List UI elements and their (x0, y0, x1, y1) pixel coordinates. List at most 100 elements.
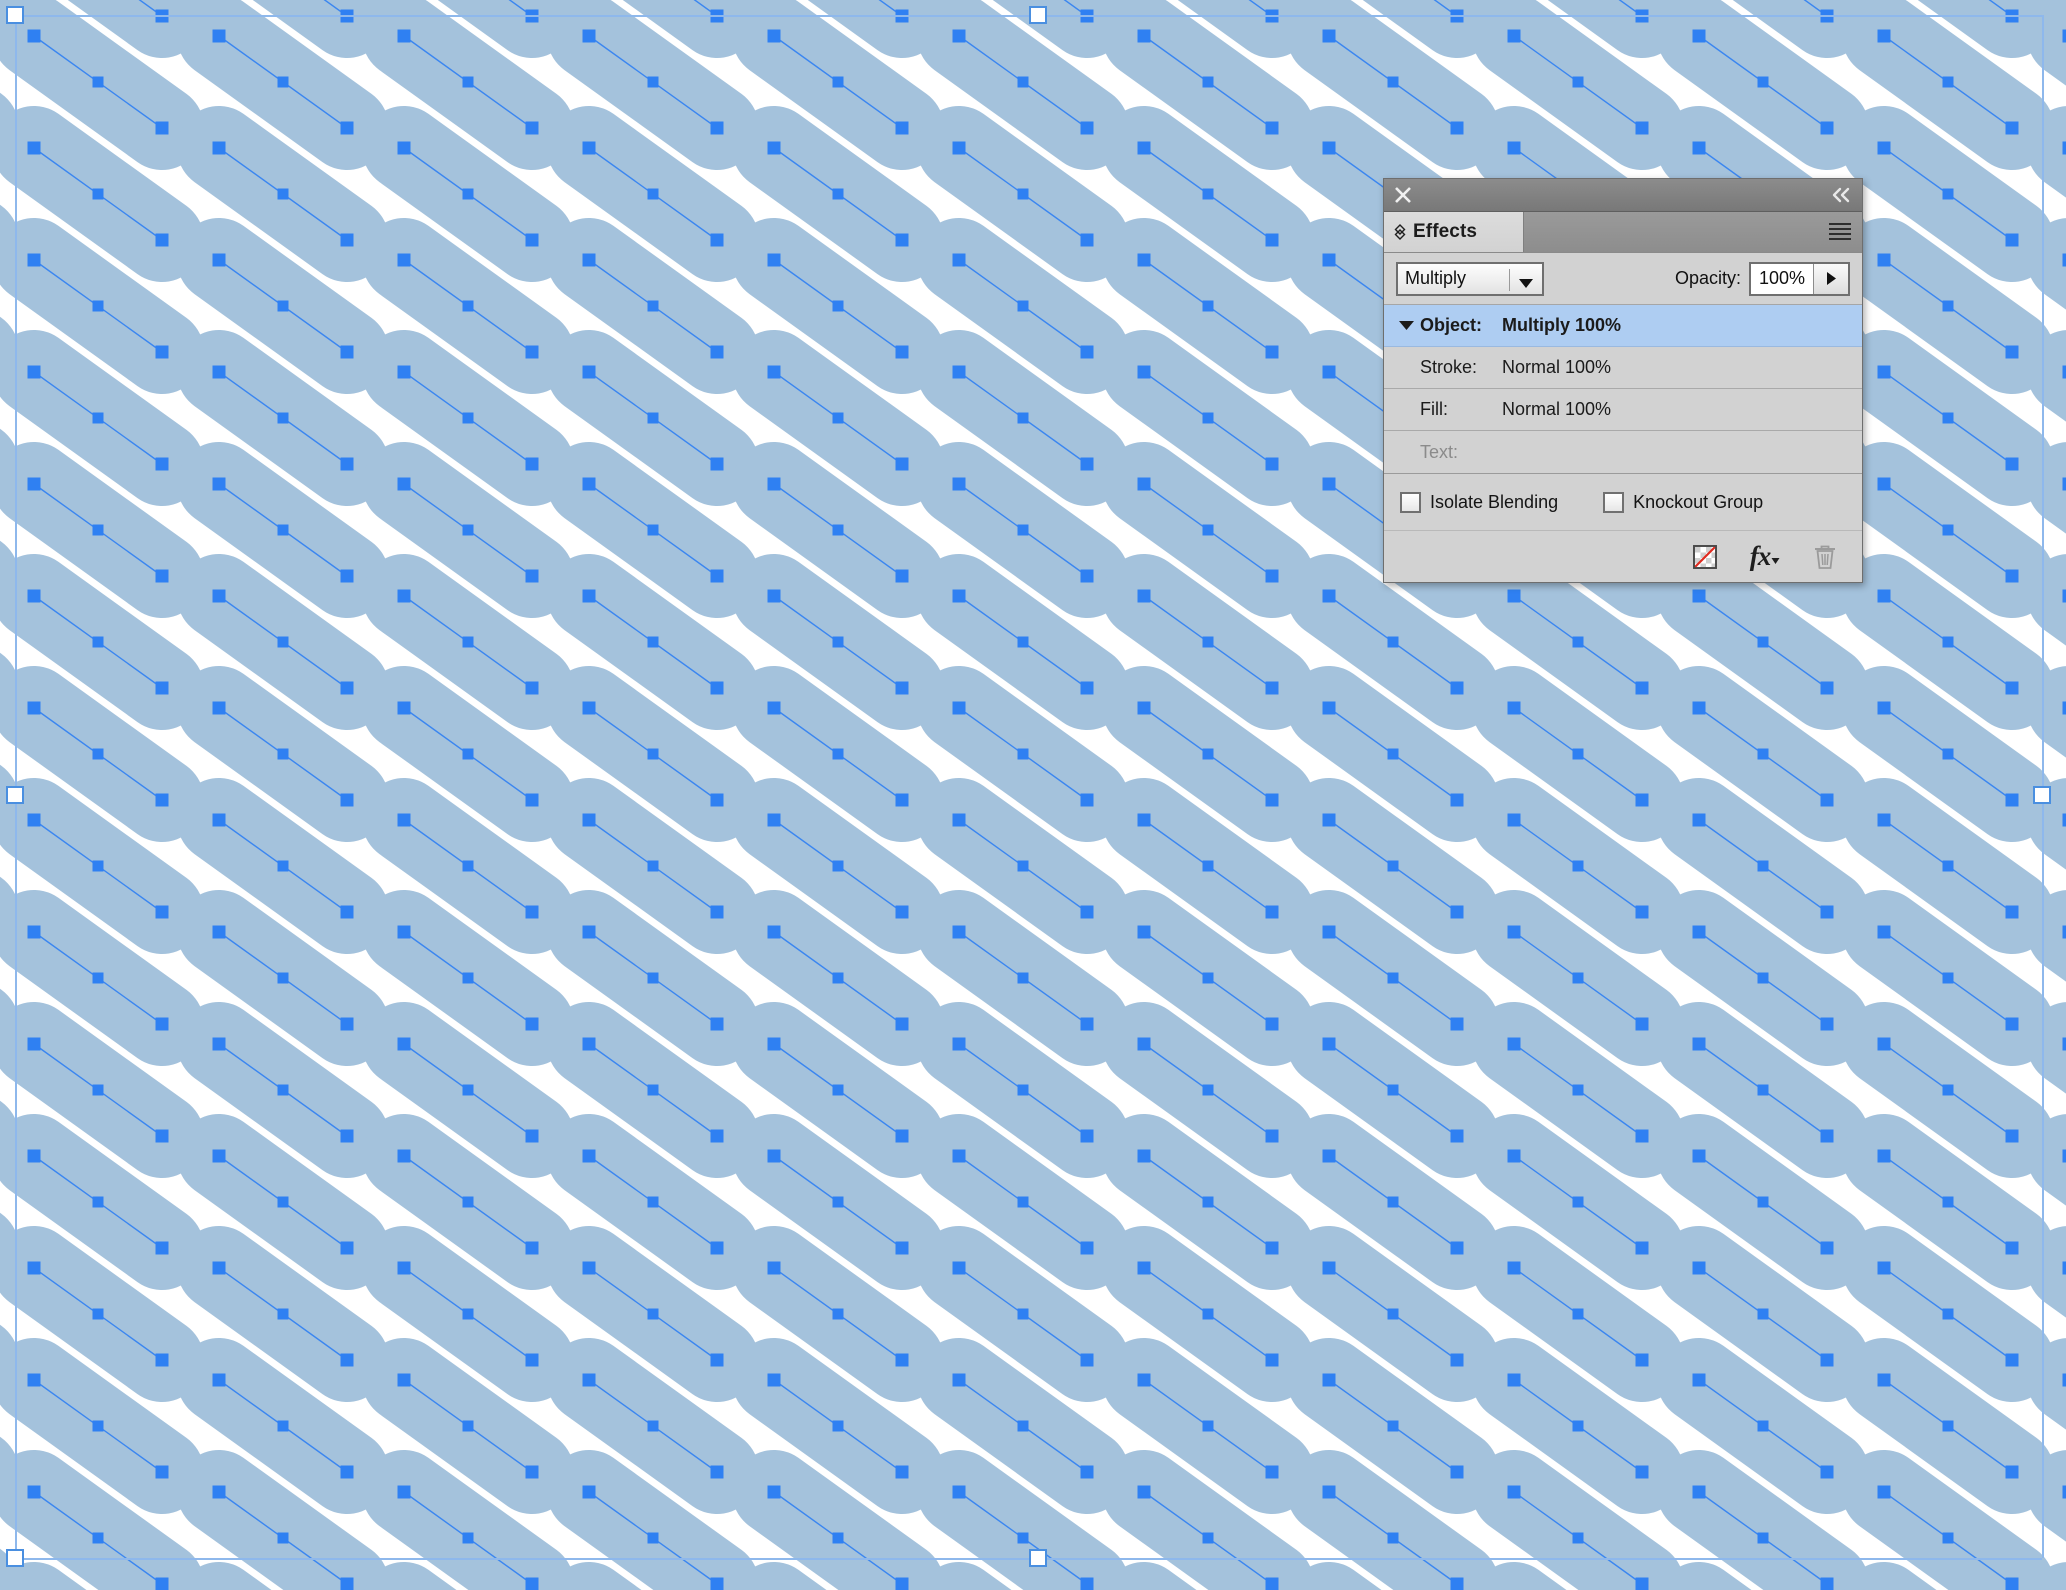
path-anchor-point (277, 76, 289, 88)
path-anchor-point (1450, 121, 1464, 135)
path-anchor-point (397, 1373, 411, 1387)
tab-effects[interactable]: Effects (1384, 212, 1524, 252)
blend-mode-select[interactable]: Multiply (1396, 261, 1544, 296)
path-anchor-point (212, 1149, 226, 1163)
path-anchor-point (1507, 589, 1521, 603)
path-anchor-point (1877, 141, 1891, 155)
panel-title-bar[interactable] (1384, 179, 1862, 212)
isolate-blending-checkbox[interactable]: Isolate Blending (1400, 491, 1558, 513)
path-anchor-point (1450, 1129, 1464, 1143)
path-anchor-point (832, 636, 844, 648)
path-anchor-point (1265, 905, 1279, 919)
path-anchor-point (212, 1261, 226, 1275)
path-anchor-point (1820, 1577, 1834, 1590)
path-anchor-point (1017, 1084, 1029, 1096)
path-anchor-point (462, 748, 474, 760)
checkbox-box-icon[interactable] (1400, 491, 1421, 513)
path-anchor-point (582, 1037, 596, 1051)
delete-trash-icon[interactable] (1808, 541, 1842, 573)
effects-panel[interactable]: Effects Multiply Opacity: 100% Object: M… (1383, 178, 1863, 583)
handle-bottom-left[interactable] (6, 1549, 24, 1567)
path-anchor-point (1080, 345, 1094, 359)
hamburger-menu-icon[interactable] (1829, 223, 1851, 241)
row-stroke[interactable]: Stroke: Normal 100% (1384, 347, 1862, 389)
tab-effects-label: Effects (1413, 221, 1478, 242)
path-anchor-point (1322, 701, 1336, 715)
path-anchor-point (1942, 76, 1954, 88)
path-anchor-point (895, 233, 909, 247)
path-anchor-point (92, 972, 104, 984)
path-anchor-point (2005, 905, 2019, 919)
path-anchor-point (27, 589, 41, 603)
panel-tab-strip[interactable]: Effects (1384, 212, 1862, 253)
path-anchor-point (340, 457, 354, 471)
path-anchor-point (27, 29, 41, 43)
path-anchor-point (1635, 1577, 1649, 1590)
path-anchor-point (340, 1017, 354, 1031)
path-anchor-point (27, 1373, 41, 1387)
row-text[interactable]: Text: (1384, 431, 1862, 473)
row-fill[interactable]: Fill: Normal 100% (1384, 389, 1862, 431)
path-anchor-point (582, 1373, 596, 1387)
collapse-double-chevron-icon[interactable] (1830, 185, 1852, 205)
checkbox-box-icon[interactable] (1603, 491, 1625, 513)
handle-top-left[interactable] (6, 6, 24, 24)
path-anchor-point (1572, 1308, 1584, 1320)
handle-bottom-center[interactable] (1029, 1549, 1047, 1567)
path-anchor-point (1507, 141, 1521, 155)
opacity-stepper-arrow-icon[interactable] (1814, 263, 1848, 294)
path-anchor-point (92, 188, 104, 200)
close-icon[interactable] (1393, 185, 1413, 205)
path-anchor-point (1572, 1532, 1584, 1544)
path-anchor-point (2062, 813, 2066, 827)
disclosure-triangle-icon[interactable] (1398, 320, 1420, 331)
path-anchor-point (1942, 972, 1954, 984)
path-anchor-point (462, 300, 474, 312)
path-anchor-point (1322, 29, 1336, 43)
path-anchor-point (340, 345, 354, 359)
path-anchor-point (647, 1308, 659, 1320)
path-anchor-point (1450, 681, 1464, 695)
path-anchor-point (397, 253, 411, 267)
path-anchor-point (1202, 1308, 1214, 1320)
path-anchor-point (212, 29, 226, 43)
path-anchor-point (1080, 793, 1094, 807)
path-anchor-point (1080, 121, 1094, 135)
path-anchor-point (155, 1353, 169, 1367)
path-anchor-point (1572, 1084, 1584, 1096)
row-object[interactable]: Object: Multiply 100% (1384, 305, 1862, 347)
path-anchor-point (340, 121, 354, 135)
path-anchor-point (1137, 29, 1151, 43)
path-anchor-point (1322, 477, 1336, 491)
path-anchor-point (1692, 1037, 1706, 1051)
path-anchor-point (1322, 813, 1336, 827)
path-anchor-point (1942, 188, 1954, 200)
path-anchor-point (27, 253, 41, 267)
path-anchor-point (1820, 1465, 1834, 1479)
path-anchor-point (647, 1084, 659, 1096)
menu-line (1829, 238, 1851, 240)
appearance-row-list[interactable]: Object: Multiply 100% Stroke: Normal 100% Fi… (1384, 305, 1862, 474)
path-anchor-point (767, 1037, 781, 1051)
path-anchor-point (27, 1485, 41, 1499)
handle-middle-left[interactable] (6, 786, 24, 804)
path-anchor-point (1017, 860, 1029, 872)
path-anchor-point (1877, 1485, 1891, 1499)
path-anchor-point (895, 1577, 909, 1590)
knockout-group-checkbox[interactable]: Knockout Group (1603, 491, 1763, 513)
add-effect-fx-icon[interactable]: fx (1748, 541, 1782, 573)
clear-appearance-icon[interactable] (1688, 541, 1722, 573)
path-anchor-point (895, 1017, 909, 1031)
path-anchor-point (212, 1373, 226, 1387)
path-anchor-point (832, 188, 844, 200)
handle-top-center[interactable] (1029, 6, 1047, 24)
path-anchor-point (1265, 1241, 1279, 1255)
path-anchor-point (1137, 1037, 1151, 1051)
handle-middle-right[interactable] (2033, 786, 2051, 804)
path-anchor-point (397, 589, 411, 603)
opacity-input[interactable]: 100% (1751, 263, 1814, 294)
opacity-input-group[interactable]: 100% (1749, 261, 1850, 296)
path-anchor-point (1820, 1241, 1834, 1255)
path-anchor-point (2062, 925, 2066, 939)
path-anchor-point (525, 1129, 539, 1143)
